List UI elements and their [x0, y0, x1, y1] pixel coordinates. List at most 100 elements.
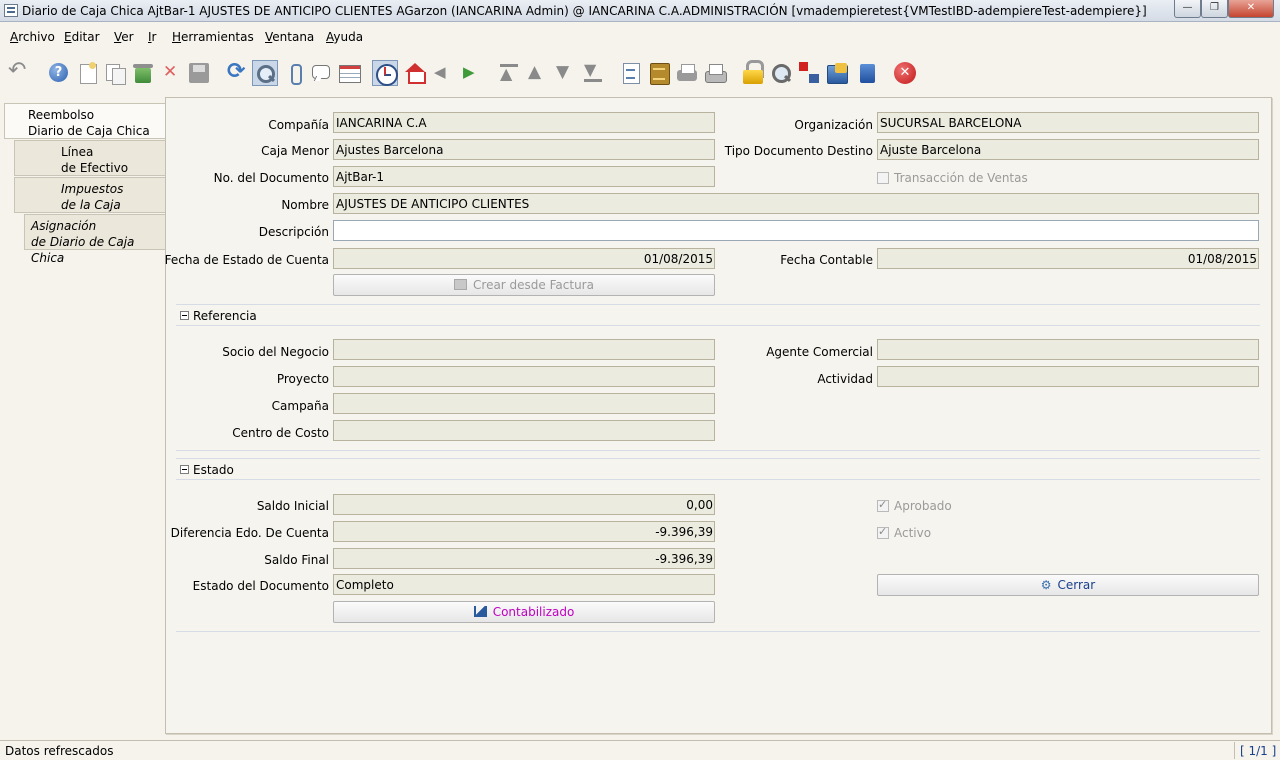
aprobado-box[interactable]	[877, 498, 889, 512]
help-icon[interactable]	[48, 62, 70, 84]
menu-herramientas[interactable]: Herramientas	[172, 30, 254, 44]
actividad-field[interactable]	[877, 366, 1259, 387]
close-window-button[interactable]: ✕	[1228, 0, 1274, 18]
saldo-inicial-field[interactable]: 0,00	[333, 494, 715, 515]
aprobado-label: Aprobado	[894, 499, 952, 513]
descripcion-label: Descripción	[258, 225, 329, 239]
estado-documento-field[interactable]: Completo	[333, 574, 715, 595]
socio-negocio-field[interactable]	[333, 339, 715, 360]
referencia-section-header[interactable]: Referencia	[176, 304, 1260, 326]
transaccion-ventas-label: Transacción de Ventas	[894, 171, 1028, 185]
compania-label: Compañía	[268, 118, 329, 132]
estado-title: Estado	[193, 463, 234, 477]
menu-editar[interactable]: Editar	[64, 30, 100, 44]
proyecto-label: Proyecto	[276, 372, 329, 386]
menu-ventana[interactable]: Ventana	[265, 30, 314, 44]
actividad-label: Actividad	[817, 372, 873, 386]
referencia-title: Referencia	[193, 309, 257, 323]
process-icon[interactable]	[826, 62, 848, 84]
menu-bar: Archivo Editar Ver Ir Herramientas Venta…	[0, 23, 1280, 49]
lock-icon[interactable]	[742, 60, 764, 84]
delete-selection-icon[interactable]	[132, 62, 154, 84]
exit-icon[interactable]	[894, 62, 916, 84]
caja-menor-label: Caja Menor	[261, 144, 329, 158]
save-icon[interactable]	[188, 62, 210, 84]
history-icon[interactable]	[372, 60, 398, 86]
workflow-icon[interactable]	[798, 62, 820, 84]
activo-box[interactable]	[877, 525, 889, 539]
fecha-estado-cuenta-label: Fecha de Estado de Cuenta	[164, 253, 329, 267]
last-record-icon[interactable]	[582, 60, 604, 84]
previous-record-icon[interactable]	[526, 62, 548, 84]
zoom-across-icon[interactable]	[770, 62, 792, 84]
print-icon[interactable]	[704, 62, 727, 84]
next-icon[interactable]	[460, 62, 482, 84]
no-documento-label: No. del Documento	[213, 171, 329, 185]
organizacion-label: Organización	[794, 118, 873, 132]
fecha-contable-field[interactable]: 01/08/2015	[877, 248, 1259, 269]
chat-icon[interactable]	[310, 62, 332, 84]
compania-field[interactable]: IANCARINA C.A	[333, 112, 715, 133]
no-documento-field[interactable]: AjtBar-1	[333, 166, 715, 187]
copy-record-icon[interactable]	[104, 62, 126, 85]
nombre-field[interactable]: AJUSTES DE ANTICIPO CLIENTES	[333, 193, 1259, 214]
archive-icon[interactable]	[648, 62, 670, 85]
grid-toggle-icon[interactable]	[338, 62, 361, 84]
undo-icon[interactable]	[8, 58, 30, 84]
minimize-button[interactable]: —	[1174, 0, 1201, 18]
new-record-icon[interactable]	[77, 62, 99, 84]
tab-linea-efectivo[interactable]: Línea de Efectivo	[14, 140, 166, 176]
activo-checkbox[interactable]: Activo	[877, 525, 932, 540]
attachment-icon[interactable]	[284, 62, 306, 85]
next-record-icon[interactable]	[554, 62, 576, 84]
campana-field[interactable]	[333, 393, 715, 414]
activo-label: Activo	[894, 526, 932, 540]
proyecto-field[interactable]	[333, 366, 715, 387]
maximize-button[interactable]: ❐	[1201, 0, 1228, 18]
tab-linea-line2: de Efectivo	[61, 161, 129, 175]
divider	[176, 450, 1260, 451]
tipo-documento-destino-label: Tipo Documento Destino	[724, 144, 873, 158]
menu-ver[interactable]: Ver	[114, 30, 134, 44]
estado-section-header[interactable]: Estado	[176, 458, 1260, 480]
collapse-icon[interactable]	[180, 311, 189, 320]
find-icon[interactable]	[252, 60, 278, 86]
product-info-icon[interactable]	[856, 62, 878, 84]
transaccion-ventas-checkbox[interactable]: Transacción de Ventas	[877, 171, 1028, 185]
tipo-documento-destino-field[interactable]: Ajuste Barcelona	[877, 139, 1259, 160]
record-indicator[interactable]: [ 1/1 ]	[1240, 744, 1276, 758]
tab-impuestos-line2: de la Caja	[61, 198, 121, 212]
status-bar: Datos refrescados [ 1/1 ]	[0, 740, 1280, 760]
crear-desde-factura-button[interactable]: Crear desde Factura	[333, 274, 715, 296]
menu-ayuda[interactable]: Ayuda	[326, 30, 363, 44]
contabilizado-button[interactable]: Contabilizado	[333, 601, 715, 623]
descripcion-field[interactable]	[333, 220, 1259, 241]
tab-impuestos[interactable]: Impuestos de la Caja	[14, 177, 166, 213]
first-record-icon[interactable]	[498, 62, 520, 84]
saldo-final-field[interactable]: -9.396,39	[333, 548, 715, 569]
delete-icon[interactable]	[160, 62, 182, 84]
home-icon[interactable]	[404, 62, 426, 84]
transaccion-ventas-box[interactable]	[877, 172, 889, 184]
cerrar-button[interactable]: ⚙ Cerrar	[877, 574, 1259, 596]
caja-menor-field[interactable]: Ajustes Barcelona	[333, 139, 715, 160]
tab-asignacion-line1: Asignación	[31, 219, 97, 233]
agente-comercial-field[interactable]	[877, 339, 1259, 360]
report-icon[interactable]	[620, 62, 642, 84]
print-preview-icon[interactable]	[676, 62, 698, 84]
refresh-icon[interactable]	[226, 59, 248, 84]
organizacion-field[interactable]: SUCURSAL BARCELONA	[877, 112, 1259, 133]
socio-negocio-label: Socio del Negocio	[222, 345, 329, 359]
centro-costo-field[interactable]	[333, 420, 715, 441]
tab-reembolso-line2: Diario de Caja Chica	[28, 124, 150, 138]
previous-icon[interactable]	[432, 62, 454, 84]
tab-asignacion[interactable]: Asignación de Diario de Caja Chica	[24, 214, 166, 265]
fecha-estado-cuenta-field[interactable]: 01/08/2015	[333, 248, 715, 269]
tab-reembolso[interactable]: Reembolso Diario de Caja Chica	[4, 103, 166, 139]
menu-ir[interactable]: Ir	[148, 30, 156, 44]
collapse-icon[interactable]	[180, 465, 189, 474]
menu-archivo[interactable]: Archivo	[10, 30, 55, 44]
aprobado-checkbox[interactable]: Aprobado	[877, 498, 952, 513]
diferencia-field[interactable]: -9.396,39	[333, 521, 715, 542]
estado-documento-label: Estado del Documento	[192, 579, 329, 593]
